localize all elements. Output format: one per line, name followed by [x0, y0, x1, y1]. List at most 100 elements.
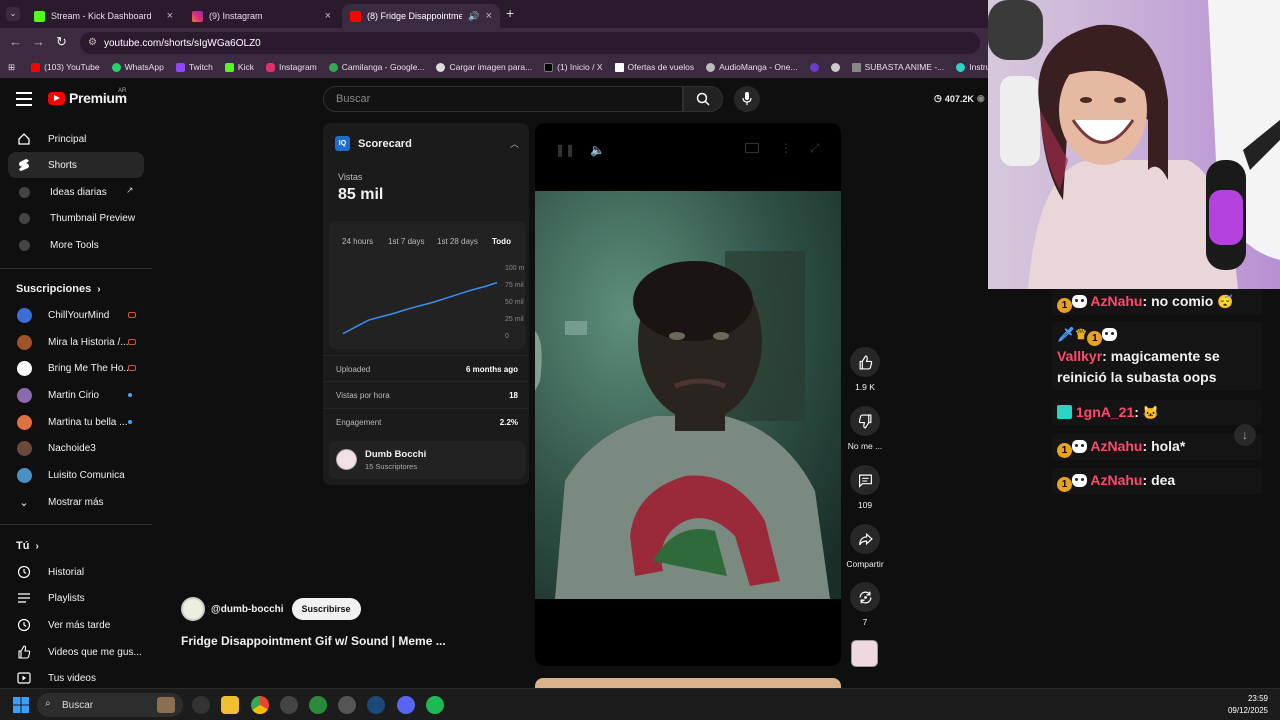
file-explorer-icon[interactable]: [221, 696, 239, 714]
channel-handle[interactable]: @dumb-bocchi: [211, 604, 284, 615]
tab-youtube-fridge[interactable]: (8) Fridge Disappointment G 🔊 ×: [342, 4, 500, 28]
sidebar-show-more[interactable]: ⌄ Mostrar más: [8, 489, 144, 515]
sidebar-item-shorts[interactable]: Shorts: [8, 152, 144, 178]
youtube-logo[interactable]: Premium AR: [48, 88, 127, 106]
bookmark-kick[interactable]: Kick: [219, 62, 260, 72]
subscriptions-heading[interactable]: Suscripciones ›: [16, 283, 101, 295]
sidebar-sub-luisito[interactable]: Luisito Comunica: [8, 462, 144, 488]
stat-value: 18: [509, 391, 518, 400]
sidebar-divider: [0, 524, 152, 525]
sidebar-item-playlists[interactable]: Playlists: [8, 585, 144, 611]
forward-icon[interactable]: →: [32, 34, 45, 49]
voice-search-button[interactable]: [734, 86, 760, 112]
chevron-right-icon: ›: [97, 283, 101, 295]
dislike-button[interactable]: No me ...: [845, 406, 885, 451]
taskbar-search[interactable]: ⌕ Buscar: [37, 693, 183, 717]
sidebar-sub-mira-la-historia[interactable]: Mira la Historia /...: [8, 329, 144, 355]
shorts-video-player[interactable]: ❚❚ 🔈 ⋮ ⤢: [535, 123, 841, 666]
volume-icon[interactable]: 🔈: [590, 143, 605, 157]
sub-badge-icon: 1: [1057, 443, 1072, 458]
tab-search-button[interactable]: ⌄: [6, 7, 20, 21]
bookmark-vuelos[interactable]: Ofertas de vuelos: [609, 62, 701, 72]
stat-label: Uploaded: [336, 365, 371, 374]
address-bar[interactable]: ⚙ youtube.com/shorts/sIgWGa6OLZ0: [80, 32, 980, 54]
avatar: [16, 440, 32, 456]
chat-username[interactable]: AzNahu: [1090, 293, 1142, 309]
like-button[interactable]: 1.9 K: [845, 347, 885, 392]
reload-icon[interactable]: ↻: [56, 34, 67, 50]
search-button[interactable]: [683, 86, 723, 112]
youtube-icon: [31, 62, 41, 72]
tab-label: Stream - Kick Dashboard: [51, 11, 152, 21]
sidebar-item-thumbnail-preview[interactable]: Thumbnail Preview: [8, 205, 144, 231]
bookmark-globe[interactable]: [825, 62, 846, 72]
windows-start-icon[interactable]: [12, 696, 30, 714]
you-heading[interactable]: Tú ›: [16, 540, 39, 552]
close-icon[interactable]: ×: [325, 10, 331, 22]
sidebar-sub-chillyourmind[interactable]: ChillYourMind: [8, 302, 144, 328]
sidebar-item-liked-videos[interactable]: Videos que me gus...: [8, 639, 144, 665]
scorecard-channel[interactable]: Dumb Bocchi 15 Suscriptores: [329, 441, 525, 479]
razer-icon[interactable]: [309, 696, 327, 714]
bookmark-purple[interactable]: [804, 62, 825, 72]
chrome-icon[interactable]: [251, 696, 269, 714]
globe-icon: [830, 62, 840, 72]
arrow-down-icon[interactable]: ↓: [1234, 424, 1256, 446]
chat-username[interactable]: AzNahu: [1090, 472, 1142, 488]
tab-instagram[interactable]: (9) Instagram ×: [184, 4, 339, 28]
taskbar-clock[interactable]: 23:59 09/12/2025: [1228, 693, 1268, 717]
bookmark-cargar-imagen[interactable]: Cargar imagen para...: [430, 62, 538, 72]
cat-badge-icon: [1072, 295, 1087, 308]
settings-icon[interactable]: [338, 696, 356, 714]
bookmark-whatsapp[interactable]: WhatsApp: [106, 62, 170, 72]
sidebar-sub-martina[interactable]: Martina tu bella ...: [8, 409, 144, 435]
sidebar-item-ideas[interactable]: Ideas diarias ↗: [8, 179, 144, 205]
menu-icon[interactable]: [16, 92, 32, 110]
apps-icon[interactable]: ⊞: [0, 62, 25, 73]
discord-icon[interactable]: [397, 696, 415, 714]
close-icon[interactable]: ×: [486, 10, 492, 22]
close-icon[interactable]: ×: [167, 10, 173, 22]
steam-icon[interactable]: [367, 696, 385, 714]
pause-icon[interactable]: ❚❚: [555, 143, 575, 157]
tab-kick-dashboard[interactable]: Stream - Kick Dashboard ×: [26, 4, 181, 28]
remix-button[interactable]: 7: [845, 582, 885, 627]
sidebar-item-more-tools[interactable]: More Tools: [8, 232, 144, 258]
bookmark-twitch[interactable]: Twitch: [170, 62, 219, 72]
site-info-icon[interactable]: ⚙: [88, 37, 97, 48]
sound-thumbnail[interactable]: [851, 640, 878, 667]
bookmark-instagram[interactable]: Instagram: [260, 62, 323, 72]
chat-username[interactable]: 1gnA_21: [1076, 404, 1134, 420]
sword-icon: 🗡: [1057, 326, 1075, 342]
sidebar-sub-bmth[interactable]: Bring Me The Ho...: [8, 355, 144, 381]
steelseries-icon[interactable]: [280, 696, 298, 714]
spotify-icon[interactable]: [426, 696, 444, 714]
bookmark-youtube[interactable]: (103) YouTube: [25, 62, 105, 72]
live-icon: [128, 339, 136, 345]
sidebar-sub-martin-cirio[interactable]: Martin Cirio: [8, 382, 144, 408]
bookmark-audiomanga[interactable]: AudioManga - One...: [700, 62, 803, 72]
sidebar-item-principal[interactable]: Principal: [8, 126, 144, 152]
sidebar-sub-nachoide3[interactable]: Nachoide3: [8, 435, 144, 461]
share-button[interactable]: Compartir: [845, 524, 885, 569]
more-icon[interactable]: ⋮: [780, 141, 792, 155]
recording-app-icon[interactable]: [192, 696, 210, 714]
chat-username[interactable]: Vallkyr: [1057, 348, 1102, 364]
video-title[interactable]: Fridge Disappointment Gif w/ Sound | Mem…: [181, 634, 446, 648]
chat-username[interactable]: AzNahu: [1090, 438, 1142, 454]
search-input[interactable]: Buscar: [323, 86, 683, 112]
captions-icon[interactable]: [745, 143, 759, 153]
bookmark-camilanga[interactable]: Camilanga - Google...: [323, 62, 431, 72]
channel-avatar[interactable]: [181, 597, 205, 621]
speaker-icon[interactable]: 🔊: [468, 11, 479, 22]
sidebar-item-watch-later[interactable]: Ver más tarde: [8, 612, 144, 638]
chevron-up-icon[interactable]: ︿: [510, 137, 519, 150]
comments-button[interactable]: 109: [845, 465, 885, 510]
bookmark-x[interactable]: (1) Inicio / X: [538, 62, 608, 72]
back-icon[interactable]: ←: [9, 34, 22, 49]
fullscreen-icon[interactable]: ⤢: [810, 141, 820, 156]
new-tab-button[interactable]: +: [506, 5, 514, 21]
sidebar-item-historial[interactable]: Historial: [8, 559, 144, 585]
subscribe-button[interactable]: Suscribirse: [291, 598, 361, 620]
bookmark-subasta[interactable]: SUBASTA ANIME -...: [846, 62, 951, 72]
